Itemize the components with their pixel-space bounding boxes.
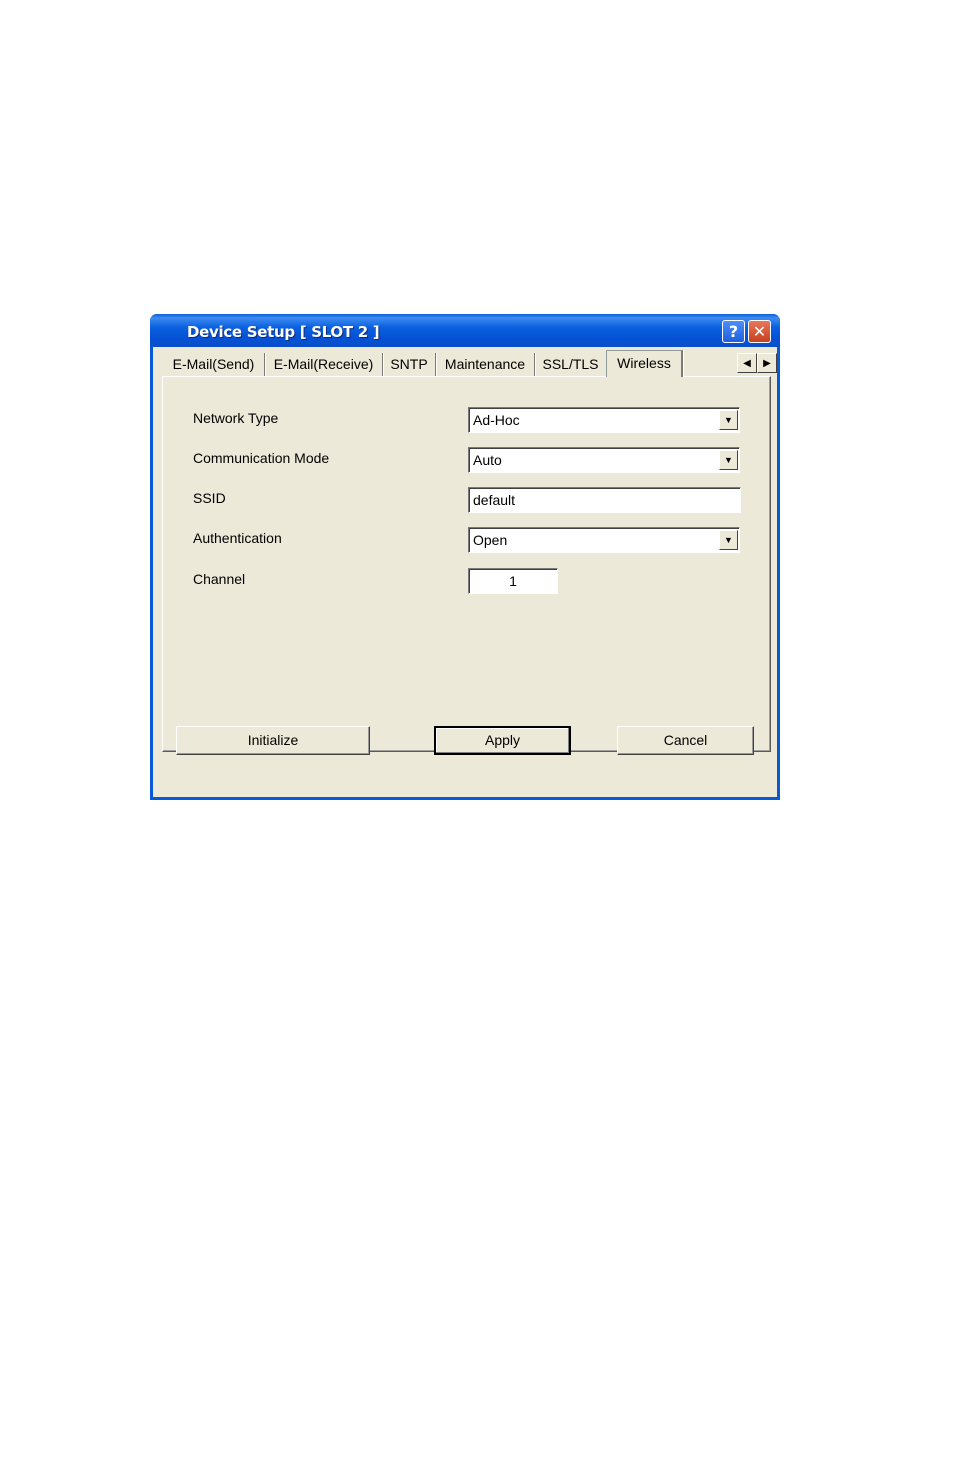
apply-button[interactable]: Apply [434,726,571,755]
wireless-panel: Network Type Ad-Hoc ▼ Communication Mode… [162,376,771,752]
tab-strip: E-Mail(Send) E-Mail(Receive) SNTP Mainte… [163,350,777,377]
help-icon[interactable]: ? [722,320,745,343]
chevron-down-icon[interactable]: ▼ [719,410,738,430]
tab-scroll-right-icon[interactable]: ▶ [757,353,777,373]
network-type-select[interactable]: Ad-Hoc ▼ [468,407,740,433]
tab-email-receive[interactable]: E-Mail(Receive) [265,353,383,376]
channel-label: Channel [193,571,246,587]
chevron-down-icon[interactable]: ▼ [719,450,738,470]
title-bar[interactable]: Device Setup [ SLOT 2 ] ? ✕ [150,314,780,347]
ssid-label: SSID [193,490,226,506]
authentication-value: Open [473,532,508,548]
tab-maintenance[interactable]: Maintenance [436,353,535,376]
ssid-input[interactable]: default [468,487,741,513]
tab-ssl-tls[interactable]: SSL/TLS [535,353,607,376]
tab-wireless[interactable]: Wireless [606,350,683,377]
communication-mode-value: Auto [473,452,502,468]
cancel-button[interactable]: Cancel [617,726,754,755]
authentication-label: Authentication [193,530,282,546]
window-title: Device Setup [ SLOT 2 ] [187,323,380,341]
chevron-down-icon[interactable]: ▼ [719,530,738,550]
communication-mode-select[interactable]: Auto ▼ [468,447,740,473]
tab-scroll-arrows: ◀ ▶ [737,353,777,373]
tab-scroll-left-icon[interactable]: ◀ [737,353,757,373]
initialize-button[interactable]: Initialize [176,726,370,755]
authentication-select[interactable]: Open ▼ [468,527,740,553]
network-type-label: Network Type [193,410,279,426]
network-type-value: Ad-Hoc [473,412,520,428]
close-icon[interactable]: ✕ [748,320,771,343]
tab-sntp[interactable]: SNTP [383,353,436,376]
channel-input[interactable]: 1 [468,568,558,594]
communication-mode-label: Communication Mode [193,450,330,466]
tab-email-send[interactable]: E-Mail(Send) [163,353,265,376]
